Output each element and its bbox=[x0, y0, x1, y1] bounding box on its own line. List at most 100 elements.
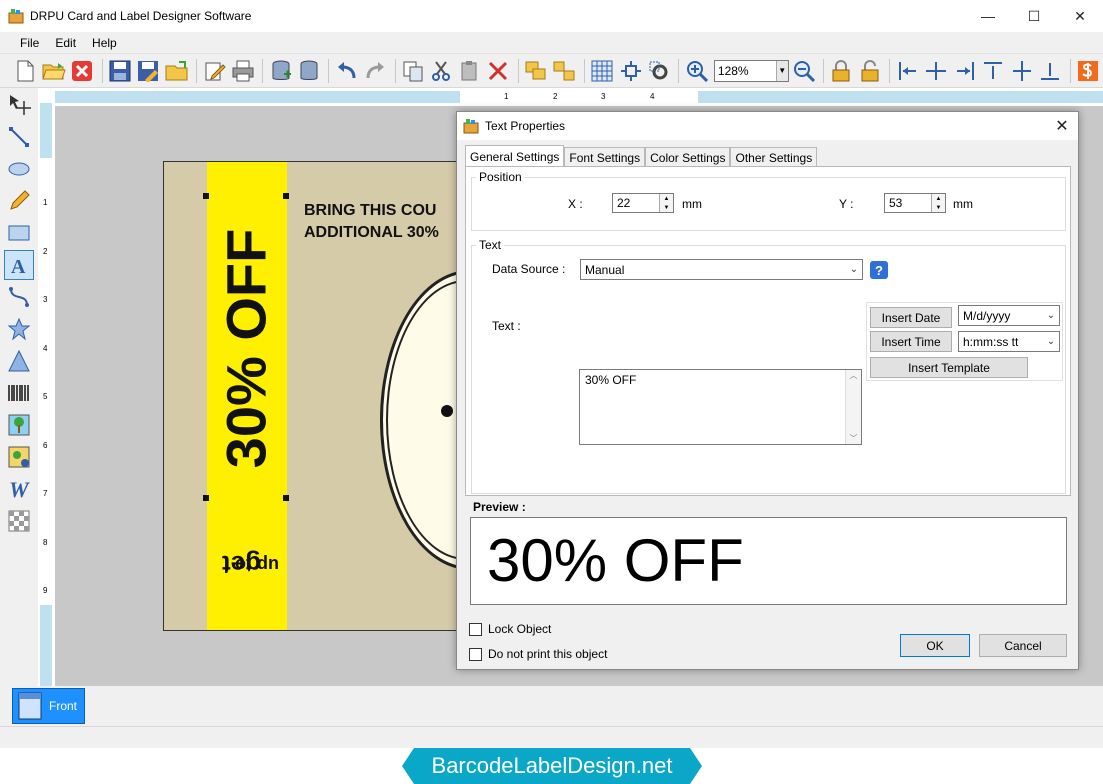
tab-other-settings[interactable]: Other Settings bbox=[730, 147, 818, 167]
align-middle-icon[interactable] bbox=[1008, 57, 1035, 84]
fit-icon[interactable] bbox=[617, 57, 644, 84]
curve-tool-icon[interactable] bbox=[4, 282, 34, 312]
selection-handle[interactable] bbox=[283, 193, 289, 199]
ruler-tick-label: 2 bbox=[553, 92, 558, 101]
selected-text-object[interactable]: 30% OFF bbox=[206, 196, 286, 500]
dialog-close-icon[interactable]: ✕ bbox=[1052, 116, 1072, 136]
menu-file[interactable]: File bbox=[20, 36, 39, 50]
ruler-tick-label: 8 bbox=[43, 538, 48, 547]
data-source-label: Data Source : bbox=[492, 262, 566, 276]
copy-icon[interactable] bbox=[399, 57, 426, 84]
pencil-tool-icon[interactable] bbox=[4, 186, 34, 216]
ruler-tick-label: 3 bbox=[43, 295, 48, 304]
print-icon[interactable] bbox=[230, 57, 257, 84]
horizontal-ruler-active: 1 2 3 4 bbox=[460, 91, 698, 103]
ok-button[interactable]: OK bbox=[900, 634, 970, 657]
barcode-tool-icon[interactable] bbox=[4, 378, 34, 408]
align-top-icon[interactable] bbox=[980, 57, 1007, 84]
selection-handle[interactable] bbox=[283, 495, 289, 501]
menu-edit[interactable]: Edit bbox=[55, 36, 76, 50]
text-tool-icon[interactable]: A bbox=[4, 250, 34, 280]
save-as-icon[interactable] bbox=[135, 57, 162, 84]
star-tool-icon[interactable] bbox=[4, 314, 34, 344]
date-format-select[interactable]: M/d/yyyy ⌄ bbox=[958, 305, 1060, 326]
export-icon[interactable] bbox=[164, 57, 191, 84]
minimize-button[interactable]: — bbox=[965, 0, 1011, 32]
select-tool-icon[interactable] bbox=[4, 90, 34, 120]
settings-icon[interactable] bbox=[646, 57, 673, 84]
paste-icon[interactable] bbox=[457, 57, 484, 84]
position-legend: Position bbox=[476, 170, 525, 184]
chevron-down-icon: ⌄ bbox=[849, 264, 859, 275]
buy-icon[interactable] bbox=[1075, 57, 1102, 84]
help-icon[interactable]: ? bbox=[869, 260, 889, 280]
bring-line-1: BRING THIS COU bbox=[304, 202, 437, 219]
tab-color-settings[interactable]: Color Settings bbox=[645, 147, 731, 167]
database-icon[interactable] bbox=[267, 57, 294, 84]
rectangle-tool-icon[interactable] bbox=[4, 218, 34, 248]
new-icon[interactable] bbox=[12, 57, 39, 84]
chevron-down-icon[interactable]: ▼ bbox=[775, 60, 788, 81]
bring-text[interactable]: BRING THIS COU ADDITIONAL 30% bbox=[304, 200, 439, 244]
get-up-to-text[interactable]: get up to bbox=[206, 520, 286, 610]
line-tool-icon[interactable] bbox=[4, 122, 34, 152]
cut-icon[interactable] bbox=[428, 57, 455, 84]
insert-date-button[interactable]: Insert Date bbox=[870, 307, 952, 328]
selection-handle[interactable] bbox=[203, 193, 209, 199]
triangle-tool-icon[interactable] bbox=[4, 346, 34, 376]
insert-template-button[interactable]: Insert Template bbox=[870, 357, 1028, 378]
spinner-arrows-icon[interactable]: ▲ ▼ bbox=[659, 194, 673, 212]
open-icon[interactable] bbox=[41, 57, 68, 84]
selection-handle[interactable] bbox=[203, 495, 209, 501]
align-bottom-icon[interactable] bbox=[1037, 57, 1064, 84]
checkbox-box[interactable] bbox=[469, 622, 482, 636]
wordart-tool-icon[interactable]: W bbox=[4, 474, 34, 504]
align-left-icon[interactable] bbox=[894, 57, 921, 84]
close-file-icon[interactable] bbox=[69, 57, 96, 84]
spinner-arrows-icon[interactable]: ▲ ▼ bbox=[931, 194, 945, 212]
redo-icon[interactable] bbox=[362, 57, 389, 84]
close-button[interactable]: ✕ bbox=[1057, 0, 1103, 32]
edit-icon[interactable] bbox=[201, 57, 228, 84]
ruler-tick-label: 4 bbox=[43, 344, 48, 353]
image-tool-icon[interactable] bbox=[4, 410, 34, 440]
time-format-select[interactable]: h:mm:ss tt ⌄ bbox=[958, 331, 1060, 352]
watermark-tool-icon[interactable] bbox=[4, 506, 34, 536]
undo-icon[interactable] bbox=[333, 57, 360, 84]
data-source-select[interactable]: Manual ⌄ bbox=[580, 259, 863, 280]
ellipse-tool-icon[interactable] bbox=[4, 154, 34, 184]
tab-general-settings[interactable]: General Settings bbox=[465, 145, 565, 167]
lock-icon[interactable] bbox=[828, 57, 855, 84]
y-input[interactable]: 53 ▲ ▼ bbox=[884, 193, 946, 213]
text-scrollbar[interactable]: ︿ ﹀ bbox=[845, 370, 861, 444]
lock-object-checkbox[interactable]: Lock Object bbox=[469, 622, 551, 636]
checkbox-box[interactable] bbox=[469, 647, 482, 661]
front-tab-label: Front bbox=[49, 699, 78, 713]
dialog-tabs: General Settings Font Settings Color Set… bbox=[465, 145, 818, 167]
align-right-icon[interactable] bbox=[951, 57, 978, 84]
align-center-h-icon[interactable] bbox=[923, 57, 950, 84]
window-title: DRPU Card and Label Designer Software bbox=[30, 9, 252, 23]
insert-time-button[interactable]: Insert Time bbox=[870, 331, 952, 352]
ungroup-icon[interactable] bbox=[551, 57, 578, 84]
unlock-icon[interactable] bbox=[857, 57, 884, 84]
zoom-in-icon[interactable] bbox=[683, 57, 710, 84]
group-icon[interactable] bbox=[523, 57, 550, 84]
delete-icon[interactable] bbox=[485, 57, 512, 84]
do-not-print-checkbox[interactable]: Do not print this object bbox=[469, 647, 607, 661]
library-image-icon[interactable] bbox=[4, 442, 34, 472]
zoom-value: 128% bbox=[717, 63, 749, 78]
text-input[interactable]: 30% OFF ︿ ﹀ bbox=[579, 369, 862, 445]
zoom-select[interactable]: 128% ▼ bbox=[713, 59, 789, 82]
x-input[interactable]: 22 ▲ ▼ bbox=[612, 193, 674, 213]
database-settings-icon[interactable] bbox=[296, 57, 323, 84]
toolbar: 128% ▼ bbox=[0, 54, 1103, 88]
menu-help[interactable]: Help bbox=[92, 36, 117, 50]
maximize-button[interactable]: ☐ bbox=[1011, 0, 1057, 32]
zoom-out-icon[interactable] bbox=[791, 57, 818, 84]
front-tab[interactable]: Front bbox=[12, 688, 85, 724]
tab-font-settings[interactable]: Font Settings bbox=[564, 147, 646, 167]
grid-icon[interactable] bbox=[589, 57, 616, 84]
save-icon[interactable] bbox=[107, 57, 134, 84]
cancel-button[interactable]: Cancel bbox=[979, 634, 1067, 657]
